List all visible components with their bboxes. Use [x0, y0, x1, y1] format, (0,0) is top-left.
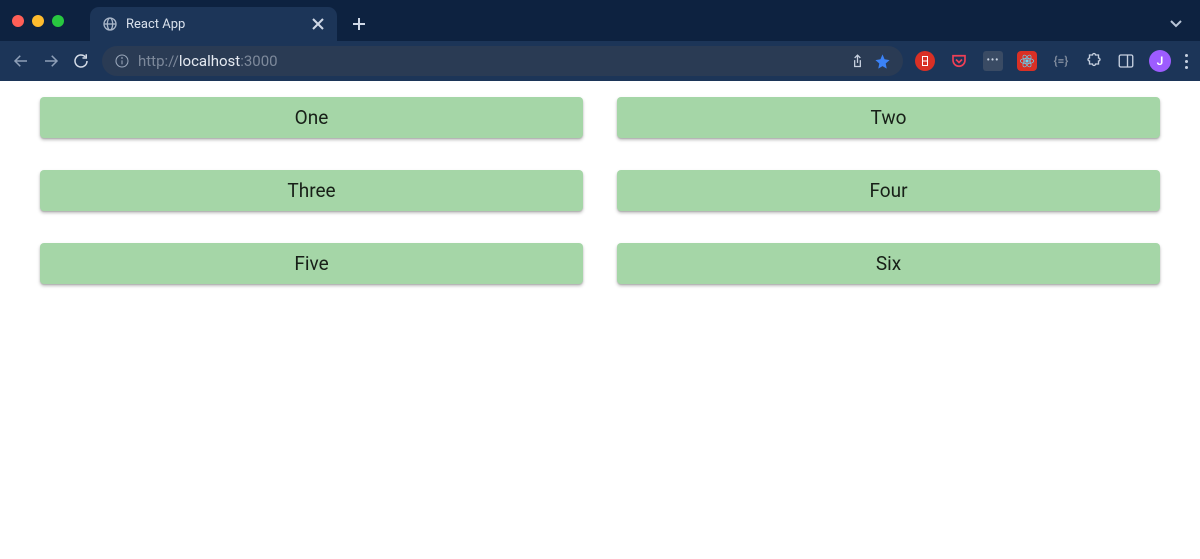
- url-scheme: http://: [138, 52, 179, 70]
- extension-redux-icon[interactable]: {=}: [1051, 51, 1071, 71]
- close-tab-icon[interactable]: [311, 17, 325, 31]
- extensions-group: ••• {=} J: [915, 50, 1188, 72]
- extension-lastpass-icon[interactable]: •••: [983, 51, 1003, 71]
- browser-tab[interactable]: React App: [90, 7, 337, 41]
- bookmark-star-icon[interactable]: [874, 53, 891, 70]
- share-icon[interactable]: [849, 53, 866, 70]
- tab-title: React App: [126, 17, 303, 32]
- tab-search-button[interactable]: [1168, 15, 1184, 31]
- reload-button[interactable]: [72, 52, 90, 70]
- close-window-button[interactable]: [12, 15, 24, 27]
- card-two[interactable]: Two: [617, 97, 1160, 138]
- profile-avatar[interactable]: J: [1149, 50, 1171, 72]
- extension-react-devtools-icon[interactable]: [1017, 51, 1037, 71]
- card-three[interactable]: Three: [40, 170, 583, 211]
- side-panel-icon[interactable]: [1117, 52, 1135, 70]
- card-one[interactable]: One: [40, 97, 583, 138]
- avatar-initial: J: [1157, 54, 1164, 68]
- back-button[interactable]: [12, 52, 30, 70]
- minimize-window-button[interactable]: [32, 15, 44, 27]
- card-four[interactable]: Four: [617, 170, 1160, 211]
- tab-strip: React App: [0, 0, 1200, 41]
- forward-button[interactable]: [42, 52, 60, 70]
- card-five[interactable]: Five: [40, 243, 583, 284]
- url-host: localhost: [179, 52, 240, 70]
- extensions-menu-icon[interactable]: [1085, 52, 1103, 70]
- globe-icon: [102, 16, 118, 32]
- plus-icon: [352, 17, 366, 31]
- browser-chrome: React App http://localhost:3000: [0, 0, 1200, 81]
- extension-pocket-icon[interactable]: [949, 51, 969, 71]
- toolbar: http://localhost:3000 ••• {=} J: [0, 41, 1200, 81]
- maximize-window-button[interactable]: [52, 15, 64, 27]
- extension-adblock-icon[interactable]: [915, 51, 935, 71]
- card-grid: One Two Three Four Five Six: [40, 97, 1160, 284]
- new-tab-button[interactable]: [345, 10, 373, 38]
- url-port: :3000: [240, 52, 277, 70]
- url-text: http://localhost:3000: [138, 52, 278, 70]
- browser-menu-button[interactable]: [1185, 54, 1188, 69]
- window-controls: [12, 15, 64, 27]
- card-six[interactable]: Six: [617, 243, 1160, 284]
- site-info-icon[interactable]: [114, 53, 130, 69]
- address-bar[interactable]: http://localhost:3000: [102, 46, 903, 76]
- page-content: One Two Three Four Five Six: [0, 81, 1200, 300]
